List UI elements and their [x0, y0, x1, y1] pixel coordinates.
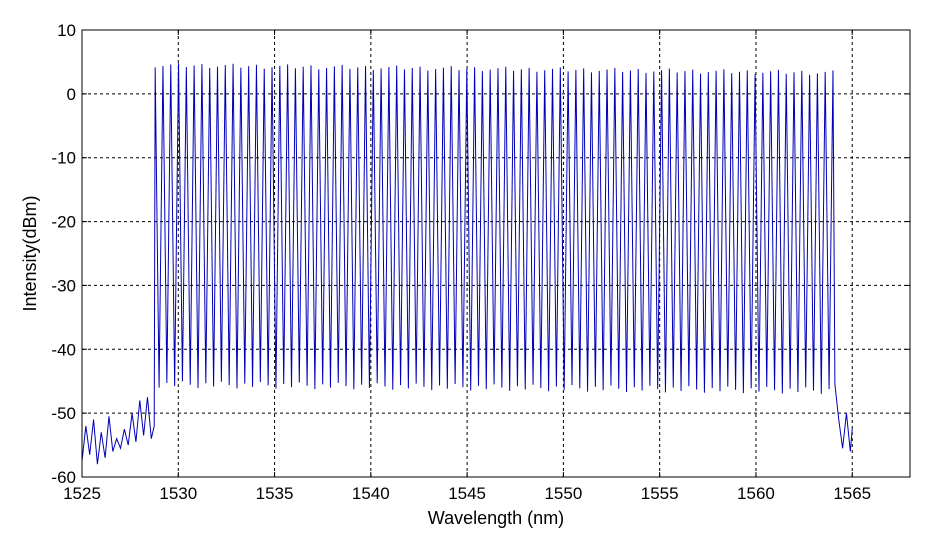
x-tick-label-1565: 1565: [833, 484, 871, 503]
y-axis-title: Intensity(dBm): [20, 195, 40, 311]
x-axis-tick-labels: 1525 1530 1535 1540 1545 1550 1555 1560 1565: [63, 484, 871, 503]
y-tick-label--40: -40: [51, 340, 76, 359]
x-tick-label-1555: 1555: [641, 484, 679, 503]
y-tick-label-0: 0: [67, 85, 76, 104]
y-tick-label--50: -50: [51, 404, 76, 423]
x-tick-label-1545: 1545: [448, 484, 486, 503]
y-tick-label--30: -30: [51, 276, 76, 295]
x-tick-label-1530: 1530: [159, 484, 197, 503]
y-tick-label--20: -20: [51, 213, 76, 232]
y-tick-label-10: 10: [57, 21, 76, 40]
x-tick-label-1535: 1535: [256, 484, 294, 503]
x-axis-title: Wavelength (nm): [428, 508, 564, 528]
y-tick-label--60: -60: [51, 468, 76, 487]
x-tick-label-1560: 1560: [737, 484, 775, 503]
x-tick-label-1540: 1540: [352, 484, 390, 503]
x-tick-label-1550: 1550: [544, 484, 582, 503]
spectrum-chart: 1525 1530 1535 1540 1545 1550 1555 1560 1565 100…: [0, 0, 934, 537]
y-tick-label--10: -10: [51, 149, 76, 168]
